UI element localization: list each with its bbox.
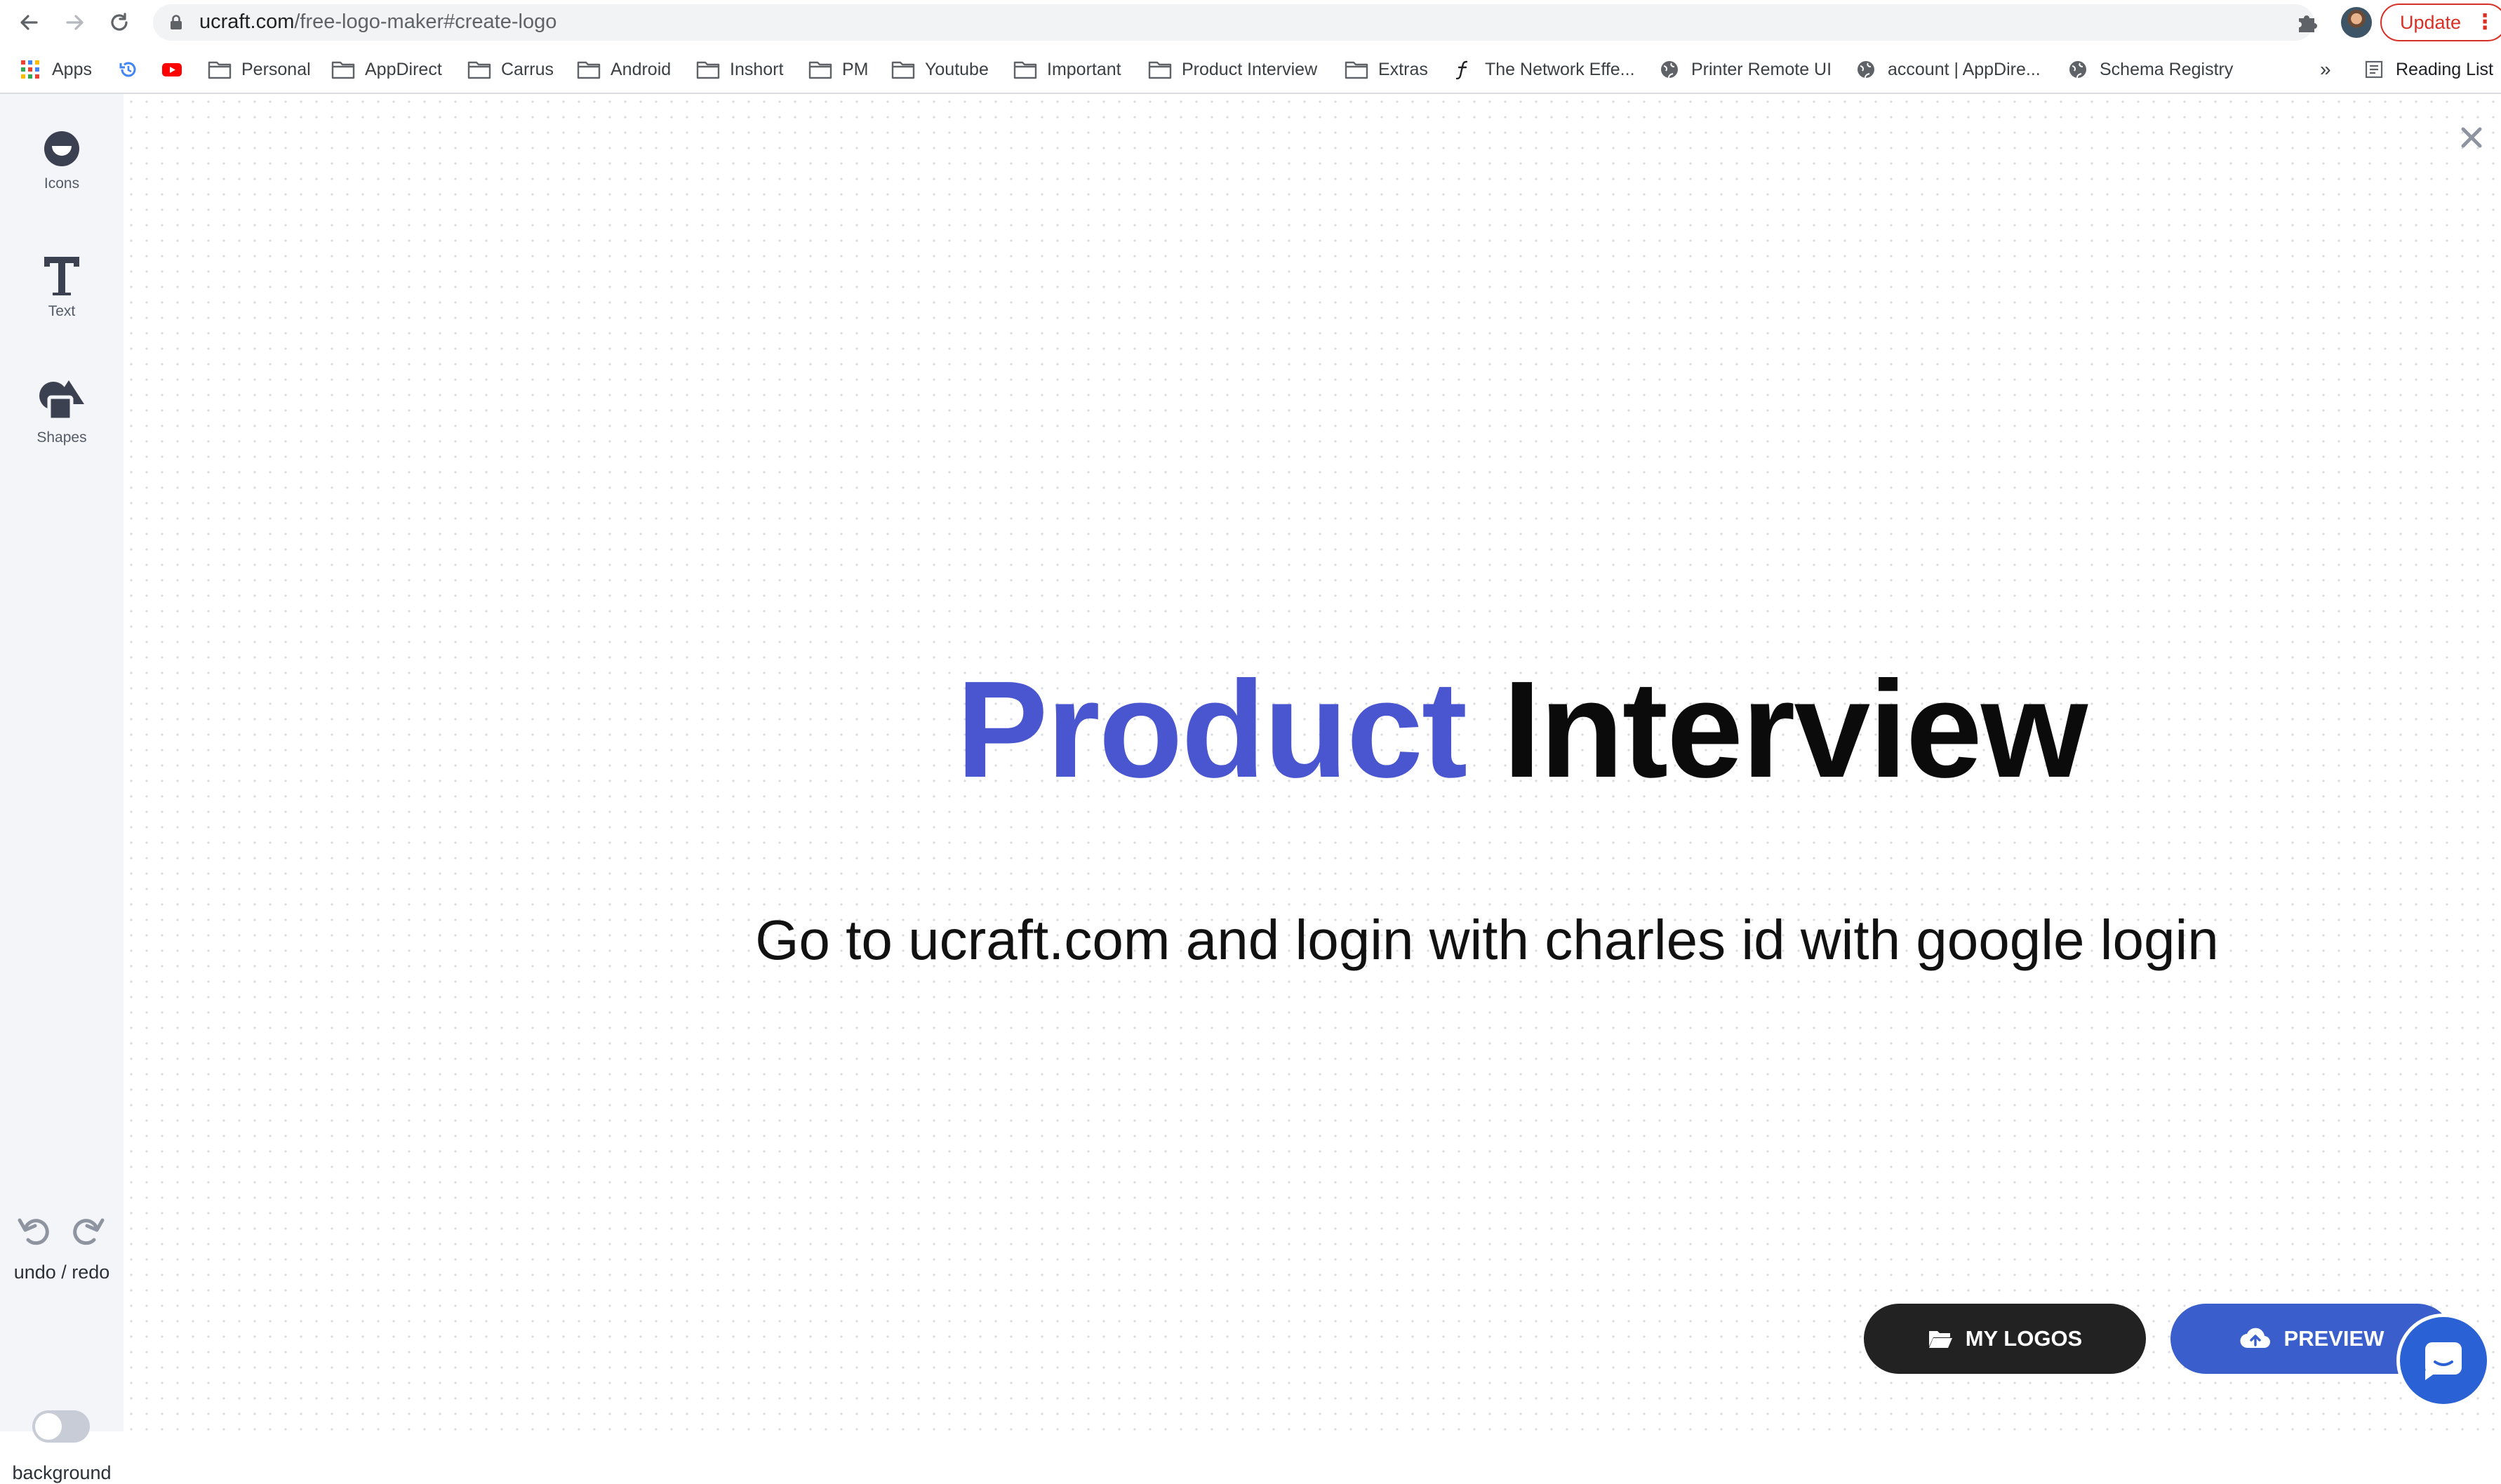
update-label: Update bbox=[2400, 12, 2462, 33]
preview-label: PREVIEW bbox=[2283, 1326, 2385, 1351]
globe-icon bbox=[2069, 61, 2086, 79]
bookmark-label: Product Interview bbox=[1182, 59, 1318, 79]
folder-icon bbox=[208, 61, 232, 79]
bookmark-apps[interactable]: Apps bbox=[18, 55, 92, 83]
bookmark-label: Carrus bbox=[501, 59, 554, 79]
overflow-label: » bbox=[2320, 58, 2331, 80]
bookmark-folder-important[interactable]: Important bbox=[1013, 55, 1121, 83]
folder-icon bbox=[1345, 61, 1368, 79]
redo-icon[interactable] bbox=[67, 1213, 107, 1248]
bookmark-printer-remote[interactable]: Printer Remote UI bbox=[1658, 55, 1832, 83]
folder-icon bbox=[808, 61, 832, 79]
folder-icon bbox=[467, 61, 491, 79]
tool-text[interactable]: Text bbox=[0, 254, 124, 320]
slogan-text[interactable]: Go to ucraft.com and login with charles … bbox=[0, 905, 2501, 975]
bookmark-label: Personal bbox=[241, 59, 311, 79]
tool-label: Text bbox=[48, 303, 76, 319]
reading-list-button[interactable]: Reading List bbox=[2362, 55, 2493, 83]
address-bar[interactable]: ucraft.com/free-logo-maker#create-logo bbox=[153, 4, 2416, 41]
undo-redo-group bbox=[15, 1213, 108, 1248]
bookmark-folder-pm[interactable]: PM bbox=[808, 55, 869, 83]
chat-launcher-button[interactable] bbox=[2400, 1317, 2487, 1404]
function-icon bbox=[1455, 60, 1468, 80]
bookmark-history[interactable] bbox=[116, 55, 140, 83]
text-icon bbox=[44, 257, 79, 295]
url-host: ucraft.com bbox=[199, 11, 295, 33]
folder-icon bbox=[696, 61, 720, 79]
bookmark-folder-inshort[interactable]: Inshort bbox=[696, 55, 783, 83]
bookmarks-bar: Apps Personal AppDirect Carrus Android I… bbox=[0, 46, 2501, 94]
bookmark-label: Apps bbox=[52, 59, 92, 79]
apps-grid-icon bbox=[21, 60, 39, 79]
shapes-icon bbox=[39, 380, 84, 422]
folder-open-icon bbox=[1928, 1331, 1952, 1348]
folder-icon bbox=[1148, 61, 1172, 79]
tool-shapes[interactable]: Shapes bbox=[0, 377, 124, 446]
bookmark-label: Android bbox=[611, 59, 672, 79]
avatar[interactable] bbox=[2341, 7, 2372, 38]
forward-icon[interactable] bbox=[60, 8, 88, 36]
undo-icon[interactable] bbox=[15, 1213, 55, 1248]
url-path: /free-logo-maker#create-logo bbox=[294, 11, 557, 33]
bookmark-label: Schema Registry bbox=[2100, 59, 2234, 79]
tool-label: Shapes bbox=[36, 429, 87, 446]
bookmark-label: AppDirect bbox=[365, 59, 442, 79]
bookmark-label: Youtube bbox=[925, 59, 989, 79]
youtube-icon bbox=[162, 63, 182, 76]
folder-icon bbox=[577, 61, 601, 79]
history-icon bbox=[119, 62, 136, 77]
bookmark-folder-product-interview[interactable]: Product Interview bbox=[1148, 55, 1317, 83]
bookmark-network-effect[interactable]: The Network Effe... bbox=[1451, 55, 1635, 83]
bookmark-folder-appdirect[interactable]: AppDirect bbox=[331, 55, 442, 83]
url-text[interactable]: ucraft.com/free-logo-maker#create-logo bbox=[199, 11, 556, 34]
undo-redo-label: undo / redo bbox=[13, 1262, 110, 1283]
my-logos-button[interactable]: MY LOGOS bbox=[1864, 1304, 2146, 1374]
toggle-knob bbox=[35, 1413, 62, 1440]
close-icon[interactable] bbox=[2457, 123, 2486, 152]
icons-icon bbox=[44, 131, 79, 166]
background-label: background bbox=[12, 1462, 112, 1483]
bookmark-folder-personal[interactable]: Personal bbox=[208, 55, 311, 83]
reload-icon[interactable] bbox=[105, 8, 133, 36]
reading-list-icon bbox=[2365, 60, 2383, 79]
bookmark-label: Important bbox=[1047, 59, 1121, 79]
reading-list-label: Reading List bbox=[2396, 59, 2493, 79]
chat-icon bbox=[2425, 1342, 2462, 1380]
globe-icon bbox=[1858, 61, 1874, 79]
bookmark-folder-carrus[interactable]: Carrus bbox=[467, 55, 554, 83]
bookmark-folder-android[interactable]: Android bbox=[577, 55, 671, 83]
bookmark-label: The Network Effe... bbox=[1485, 59, 1635, 79]
bookmark-account-appdirect[interactable]: account | AppDire... bbox=[1854, 55, 2041, 83]
bookmark-label: Extras bbox=[1378, 59, 1428, 79]
logo-word-product[interactable]: Product bbox=[956, 653, 1467, 806]
bookmarks-overflow-button[interactable]: » bbox=[2320, 55, 2331, 83]
bookmark-label: PM bbox=[842, 59, 869, 79]
bookmark-label: account | AppDire... bbox=[1888, 59, 2041, 79]
bookmark-schema-registry[interactable]: Schema Registry bbox=[2066, 55, 2233, 83]
update-button[interactable]: Update ⋮ bbox=[2380, 4, 2501, 41]
tool-label: Icons bbox=[44, 175, 80, 192]
logo-word-interview[interactable]: Interview bbox=[1503, 653, 2088, 806]
back-icon[interactable] bbox=[15, 8, 44, 36]
browser-toolbar: ucraft.com/free-logo-maker#create-logo U… bbox=[0, 0, 2501, 45]
bookmark-label: Inshort bbox=[730, 59, 784, 79]
background-toggle[interactable] bbox=[32, 1410, 90, 1443]
bookmark-label: Printer Remote UI bbox=[1691, 59, 1832, 79]
tool-icons[interactable]: Icons bbox=[0, 129, 124, 192]
bookmark-folder-youtube[interactable]: Youtube bbox=[891, 55, 989, 83]
globe-icon bbox=[1661, 61, 1678, 79]
lock-icon[interactable] bbox=[167, 13, 185, 32]
folder-icon bbox=[891, 61, 915, 79]
folder-icon bbox=[1013, 61, 1037, 79]
folder-icon bbox=[331, 61, 355, 79]
bookmark-folder-extras[interactable]: Extras bbox=[1345, 55, 1428, 83]
cloud-upload-icon bbox=[2240, 1328, 2270, 1349]
logo-name-text[interactable]: Product Interview bbox=[0, 653, 2501, 807]
puzzle-icon[interactable] bbox=[2295, 10, 2320, 35]
my-logos-label: MY LOGOS bbox=[1965, 1326, 2083, 1351]
bookmark-youtube[interactable] bbox=[160, 55, 184, 83]
more-vert-icon[interactable]: ⋮ bbox=[2474, 5, 2495, 40]
